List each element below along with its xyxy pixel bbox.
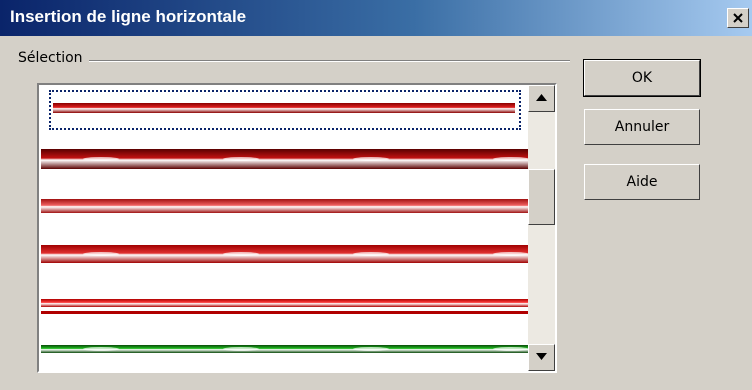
title-bar: Insertion de ligne horizontale — [0, 0, 752, 36]
line-preview-band — [41, 299, 528, 307]
line-preview-highlight — [353, 347, 389, 351]
line-preview-highlight — [83, 157, 119, 161]
line-preview-highlight — [353, 252, 389, 256]
ok-button[interactable]: OK — [583, 59, 701, 97]
close-icon — [733, 13, 743, 23]
line-style-option[interactable] — [41, 333, 528, 371]
line-preview-highlight — [83, 252, 119, 256]
horizontal-line-list[interactable] — [37, 83, 557, 373]
line-preview-highlight — [223, 347, 259, 351]
line-preview-highlight — [223, 252, 259, 256]
line-style-option[interactable] — [41, 87, 528, 137]
line-style-option[interactable] — [41, 135, 528, 185]
scroll-down-button[interactable] — [528, 344, 555, 371]
cancel-button[interactable]: Annuler — [584, 109, 700, 145]
line-preview-highlight — [493, 252, 528, 256]
line-style-option[interactable] — [41, 233, 528, 283]
arrow-down-icon — [536, 353, 547, 360]
line-style-option[interactable] — [41, 185, 528, 235]
scroll-up-button[interactable] — [528, 85, 555, 112]
list-viewport — [41, 87, 528, 371]
close-button[interactable] — [727, 8, 749, 28]
scroll-thumb[interactable] — [528, 169, 555, 225]
line-preview-highlight — [223, 157, 259, 161]
line-preview-highlight — [83, 347, 119, 351]
arrow-up-icon — [536, 94, 547, 101]
selection-group-label: Sélection — [12, 50, 89, 66]
help-button[interactable]: Aide — [584, 164, 700, 200]
line-preview-band — [41, 311, 528, 314]
line-preview-band — [53, 103, 515, 113]
window-title: Insertion de ligne horizontale — [10, 7, 247, 26]
line-style-option[interactable] — [41, 283, 528, 333]
line-preview-highlight — [353, 157, 389, 161]
line-preview-band — [41, 199, 528, 213]
line-preview-highlight — [493, 157, 528, 161]
vertical-scrollbar[interactable] — [528, 85, 555, 371]
line-preview-highlight — [493, 347, 528, 351]
